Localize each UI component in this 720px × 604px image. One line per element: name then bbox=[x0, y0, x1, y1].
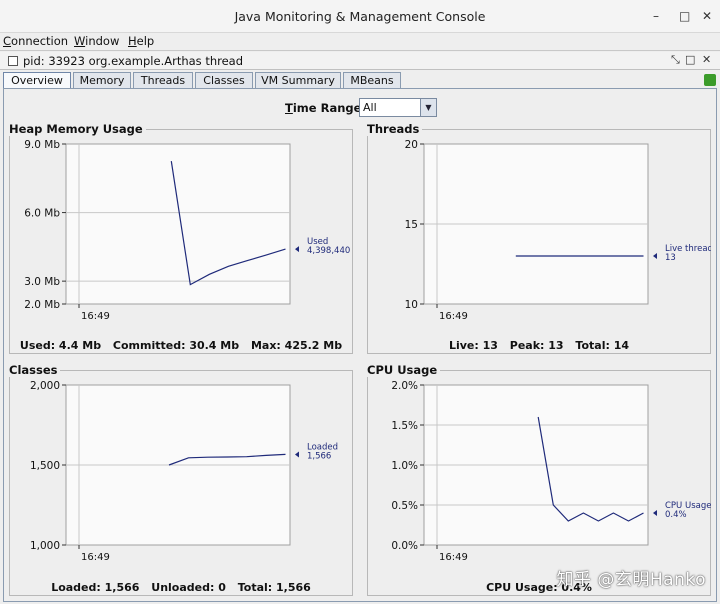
threads-title: Threads bbox=[367, 122, 423, 136]
series-value-label: 1,566 bbox=[307, 451, 331, 461]
threads-chart: 16:49201510Live threads13 bbox=[405, 139, 711, 322]
heap-max-stat: Max: 425.2 Mb bbox=[250, 339, 343, 352]
y-tick-label: 6.0 Mb bbox=[24, 208, 60, 220]
heap-memory-stats: Used: 4.4 Mb Committed: 30.4 Mb Max: 425… bbox=[9, 339, 353, 352]
time-range-value: All bbox=[363, 101, 377, 114]
classes-panel: Classes 16:49 2,000 1,500 1,000 Loaded 1,566 … bbox=[9, 363, 353, 596]
threads-panel: Threads 16:49201510Live threads13 Live: … bbox=[367, 122, 711, 354]
y-tick-label: 2,000 bbox=[30, 380, 60, 392]
series-marker bbox=[653, 253, 657, 259]
heap-memory-chart: 16:499.0 Mb6.0 Mb3.0 Mb2.0 MbUsed4,398,4… bbox=[24, 139, 350, 322]
y-tick-label: 2.0% bbox=[391, 380, 418, 392]
series-value-label: 13 bbox=[665, 253, 676, 263]
y-tick-label: 3.0 Mb bbox=[24, 276, 60, 288]
series-marker bbox=[295, 451, 299, 458]
x-tick-label: 16:49 bbox=[439, 311, 468, 322]
tab-memory[interactable]: Memory bbox=[73, 72, 131, 88]
series-value-label: 0.4% bbox=[665, 510, 687, 520]
y-tick-label: 10 bbox=[405, 299, 418, 311]
menu-connection[interactable]: Connection bbox=[3, 34, 68, 48]
frame-close-icon[interactable]: ✕ bbox=[702, 53, 711, 66]
chevron-down-icon[interactable]: ▼ bbox=[420, 99, 436, 116]
menu-window[interactable]: Window bbox=[74, 34, 119, 48]
heap-used-stat: Used: 4.4 Mb bbox=[19, 339, 102, 352]
classes-loaded-stat: Loaded: 1,566 bbox=[51, 581, 140, 594]
classes-chart: 16:492,0001,5001,000Loaded1,566 bbox=[30, 380, 338, 563]
y-tick-label: 1,500 bbox=[30, 460, 60, 472]
cpu-usage-title: CPU Usage bbox=[367, 363, 441, 377]
classes-unloaded-stat: Unloaded: 0 bbox=[151, 581, 226, 594]
frame-icon bbox=[8, 56, 18, 66]
heap-committed-stat: Committed: 30.4 Mb bbox=[112, 339, 240, 352]
x-tick-label: 16:49 bbox=[81, 552, 110, 563]
threads-stats: Live: 13 Peak: 13 Total: 14 bbox=[367, 339, 711, 352]
tab-threads[interactable]: Threads bbox=[133, 72, 193, 88]
y-tick-label: 1,000 bbox=[30, 540, 60, 552]
plugin-icon[interactable] bbox=[704, 74, 716, 86]
cpu-usage-chart: 16:492.0%1.5%1.0%0.5%0.0%CPU Usage0.4% bbox=[391, 380, 711, 563]
classes-total-stat: Total: 1,566 bbox=[237, 581, 311, 594]
x-tick-label: 16:49 bbox=[81, 311, 110, 322]
menu-bar: Connection Window Help bbox=[0, 33, 720, 51]
window-titlebar: Java Monitoring & Management Console – □… bbox=[0, 0, 720, 33]
connection-title: pid: 33923 org.example.Arthas thread bbox=[23, 54, 244, 68]
y-tick-label: 15 bbox=[405, 219, 418, 231]
frame-maximize-icon[interactable]: □ bbox=[685, 53, 695, 66]
window-title: Java Monitoring & Management Console bbox=[234, 9, 486, 24]
threads-live-stat: Live: 13 bbox=[448, 339, 498, 352]
series-marker bbox=[295, 246, 299, 253]
classes-stats: Loaded: 1,566 Unloaded: 0 Total: 1,566 bbox=[9, 581, 353, 594]
y-tick-label: 9.0 Mb bbox=[24, 139, 60, 151]
y-tick-label: 1.5% bbox=[391, 420, 418, 432]
heap-memory-title: Heap Memory Usage bbox=[9, 122, 146, 136]
y-tick-label: 20 bbox=[405, 139, 418, 151]
close-button[interactable]: ✕ bbox=[702, 9, 712, 23]
watermark: 知乎 @玄明Hanko bbox=[556, 570, 706, 590]
maximize-button[interactable]: □ bbox=[679, 9, 690, 23]
connection-frame-titlebar: pid: 33923 org.example.Arthas thread ⤡ □… bbox=[0, 52, 720, 70]
series-marker bbox=[653, 510, 657, 516]
classes-title: Classes bbox=[9, 363, 61, 377]
heap-memory-panel: Heap Memory Usage 16:49 9.0 Mb 6.0 Mb 3.0 M… bbox=[9, 122, 353, 354]
tab-mbeans[interactable]: MBeans bbox=[343, 72, 401, 88]
y-tick-label: 0.5% bbox=[391, 500, 418, 512]
frame-restore-icon[interactable]: ⤡ bbox=[671, 53, 680, 67]
minimize-button[interactable]: – bbox=[653, 9, 659, 23]
tab-classes[interactable]: Classes bbox=[195, 72, 253, 88]
threads-peak-stat: Peak: 13 bbox=[509, 339, 564, 352]
y-tick-label: 0.0% bbox=[391, 540, 418, 552]
tab-overview[interactable]: Overview bbox=[3, 72, 71, 88]
x-tick-label: 16:49 bbox=[439, 552, 468, 563]
cpu-usage-panel: CPU Usage 16:49 2.0% 1.5% 1.0% 0.5% 0.0% CPU U… bbox=[367, 363, 711, 596]
y-tick-label: 2.0 Mb bbox=[24, 299, 60, 311]
plot-area bbox=[65, 143, 291, 305]
series-value-label: 4,398,440 bbox=[307, 246, 350, 256]
threads-total-stat: Total: 14 bbox=[575, 339, 630, 352]
menu-help[interactable]: Help bbox=[128, 34, 154, 48]
y-tick-label: 1.0% bbox=[391, 460, 418, 472]
time-range-label: Time Range: bbox=[285, 101, 367, 115]
tab-vm-summary[interactable]: VM Summary bbox=[255, 72, 341, 88]
time-range-select[interactable]: All ▼ bbox=[359, 98, 437, 117]
